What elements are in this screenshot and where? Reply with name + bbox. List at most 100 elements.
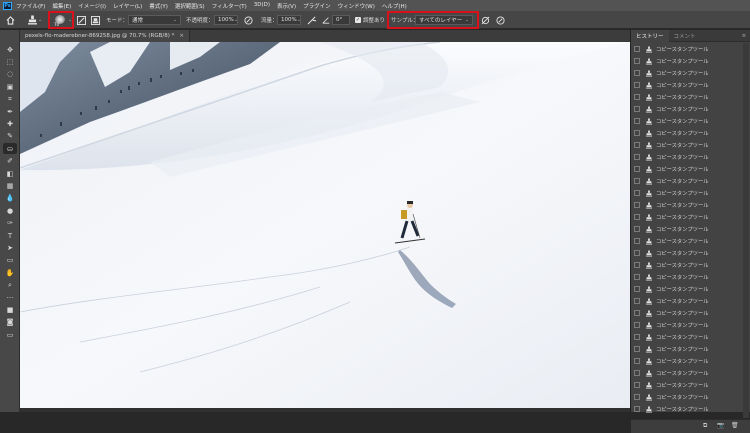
lasso-tool-icon[interactable]: ◌: [3, 69, 17, 80]
history-state-row[interactable]: コピースタンプツール: [631, 103, 743, 115]
brush-settings-icon[interactable]: [77, 11, 86, 29]
path-select-tool-icon[interactable]: ➤: [3, 242, 17, 253]
type-tool-icon[interactable]: T: [3, 230, 17, 241]
flow-field[interactable]: 100% ⌄: [277, 15, 301, 25]
menu-item[interactable]: 選択範囲(S): [175, 2, 205, 10]
menu-item[interactable]: プラグイン: [303, 2, 331, 10]
history-state-row[interactable]: コピースタンプツール: [631, 199, 743, 211]
history-state-row[interactable]: コピースタンプツール: [631, 391, 743, 403]
snapshot-source-checkbox[interactable]: [634, 382, 640, 388]
home-icon[interactable]: [6, 11, 15, 29]
gradient-tool-icon[interactable]: ▦: [3, 180, 17, 191]
trash-icon[interactable]: 🗑: [731, 422, 739, 429]
menu-item[interactable]: 編集(E): [52, 2, 71, 10]
snapshot-source-checkbox[interactable]: [634, 250, 640, 256]
snapshot-source-checkbox[interactable]: [634, 358, 640, 364]
history-state-row[interactable]: コピースタンプツール: [631, 43, 743, 55]
snapshot-source-checkbox[interactable]: [634, 298, 640, 304]
snapshot-source-checkbox[interactable]: [634, 178, 640, 184]
close-tab-icon[interactable]: ×: [179, 33, 184, 39]
history-state-row[interactable]: コピースタンプツール: [631, 163, 743, 175]
screen-mode-tool-icon[interactable]: ▭: [3, 329, 17, 340]
clone-source-panel-icon[interactable]: [91, 11, 100, 29]
history-state-row[interactable]: コピースタンプツール: [631, 319, 743, 331]
menu-item[interactable]: ウィンドウ(W): [338, 2, 375, 10]
snapshot-source-checkbox[interactable]: [634, 274, 640, 280]
snapshot-source-checkbox[interactable]: [634, 106, 640, 112]
history-state-row[interactable]: コピースタンプツール: [631, 235, 743, 247]
hand-tool-icon[interactable]: ✋: [3, 267, 17, 278]
pressure-size-icon[interactable]: [496, 11, 505, 29]
history-brush-tool-icon[interactable]: ✐: [3, 156, 17, 167]
history-state-row[interactable]: コピースタンプツール: [631, 331, 743, 343]
snapshot-source-checkbox[interactable]: [634, 310, 640, 316]
snapshot-source-checkbox[interactable]: [634, 226, 640, 232]
horizontal-scrollbar[interactable]: [20, 408, 630, 412]
history-state-row[interactable]: コピースタンプツール: [631, 151, 743, 163]
eraser-tool-icon[interactable]: ◧: [3, 168, 17, 179]
snapshot-source-checkbox[interactable]: [634, 394, 640, 400]
crop-tool-icon[interactable]: ⌗: [3, 94, 17, 105]
menu-item[interactable]: レイヤー(L): [113, 2, 142, 10]
pen-tool-icon[interactable]: ✑: [3, 218, 17, 229]
snapshot-source-checkbox[interactable]: [634, 346, 640, 352]
ignore-adjustment-layers-icon[interactable]: [481, 11, 490, 29]
snapshot-source-checkbox[interactable]: [634, 70, 640, 76]
mode-dropdown[interactable]: 通常 ⌄: [128, 15, 181, 25]
history-state-row[interactable]: コピースタンプツール: [631, 223, 743, 235]
snapshot-source-checkbox[interactable]: [634, 154, 640, 160]
history-state-row[interactable]: コピースタンプツール: [631, 367, 743, 379]
menu-item[interactable]: ヘルプ(H): [382, 2, 407, 10]
eyedropper-tool-icon[interactable]: ✒: [3, 106, 17, 117]
menu-item[interactable]: 書式(Y): [149, 2, 168, 10]
history-state-row[interactable]: コピースタンプツール: [631, 55, 743, 67]
history-state-row[interactable]: コピースタンプツール: [631, 187, 743, 199]
aligned-checkbox[interactable]: ✓ 調整あり: [355, 11, 385, 29]
snapshot-source-checkbox[interactable]: [634, 130, 640, 136]
opacity-pressure-icon[interactable]: [244, 11, 253, 29]
clone-stamp-tool-icon[interactable]: ⛀: [3, 143, 17, 155]
snapshot-source-checkbox[interactable]: [634, 82, 640, 88]
foreground-color-tool-icon[interactable]: ■: [3, 304, 17, 315]
airbrush-icon[interactable]: [307, 11, 317, 29]
tool-preset-chevron-icon[interactable]: ⌄: [38, 11, 42, 29]
snapshot-source-checkbox[interactable]: [634, 142, 640, 148]
history-state-row[interactable]: コピースタンプツール: [631, 211, 743, 223]
quick-mask-tool-icon[interactable]: ◙: [3, 317, 17, 328]
history-state-row[interactable]: コピースタンプツール: [631, 247, 743, 259]
history-state-row[interactable]: コピースタンプツール: [631, 343, 743, 355]
tab-history[interactable]: ヒストリー: [631, 29, 669, 42]
menu-item[interactable]: ファイル(F): [16, 2, 45, 10]
marquee-tool-icon[interactable]: ⬚: [3, 56, 17, 67]
object-select-tool-icon[interactable]: ▣: [3, 81, 17, 92]
camera-snapshot-icon[interactable]: 📷: [717, 422, 724, 429]
snapshot-source-checkbox[interactable]: [634, 286, 640, 292]
history-state-row[interactable]: コピースタンプツール: [631, 271, 743, 283]
snapshot-source-checkbox[interactable]: [634, 238, 640, 244]
new-document-from-state-icon[interactable]: ⧉: [703, 422, 707, 430]
history-state-row[interactable]: コピースタンプツール: [631, 403, 743, 415]
history-state-row[interactable]: コピースタンプツール: [631, 283, 743, 295]
history-state-row[interactable]: コピースタンプツール: [631, 379, 743, 391]
zoom-tool-icon[interactable]: ⌕: [3, 280, 17, 291]
snapshot-source-checkbox[interactable]: [634, 202, 640, 208]
snapshot-source-checkbox[interactable]: [634, 46, 640, 52]
history-state-row[interactable]: コピースタンプツール: [631, 307, 743, 319]
angle-field[interactable]: 0°: [332, 15, 350, 25]
blur-tool-icon[interactable]: 💧: [3, 193, 17, 204]
menu-item[interactable]: 3D(D): [254, 2, 270, 10]
history-state-row[interactable]: コピースタンプツール: [631, 259, 743, 271]
snapshot-source-checkbox[interactable]: [634, 214, 640, 220]
history-scrollbar[interactable]: [743, 43, 749, 418]
menu-item[interactable]: 表示(V): [277, 2, 296, 10]
history-state-row[interactable]: コピースタンプツール: [631, 115, 743, 127]
move-tool-icon[interactable]: ✥: [3, 44, 17, 55]
snapshot-source-checkbox[interactable]: [634, 166, 640, 172]
history-state-row[interactable]: コピースタンプツール: [631, 355, 743, 367]
snapshot-source-checkbox[interactable]: [634, 94, 640, 100]
history-state-row[interactable]: コピースタンプツール: [631, 67, 743, 79]
snapshot-source-checkbox[interactable]: [634, 262, 640, 268]
history-state-row[interactable]: コピースタンプツール: [631, 91, 743, 103]
image-canvas[interactable]: [20, 42, 630, 408]
snapshot-source-checkbox[interactable]: [634, 322, 640, 328]
